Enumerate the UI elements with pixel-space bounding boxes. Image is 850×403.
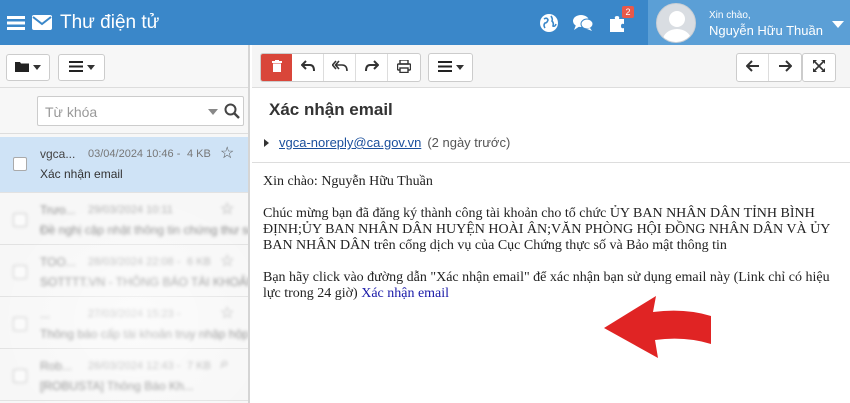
search-input[interactable]: Từ khóa	[37, 96, 244, 126]
mail-from: ...	[40, 307, 51, 321]
mail-subject: Đề nghị cập nhật thông tin chứng thư số	[40, 223, 248, 237]
row-checkbox[interactable]	[13, 157, 27, 171]
folder-icon	[15, 60, 29, 75]
mail-date: 03/04/2024 10:46 -	[88, 148, 181, 160]
fullscreen-button[interactable]	[803, 54, 835, 81]
forward-button[interactable]	[356, 54, 388, 81]
mail-list-panel: Từ khóa vgca... 03/04/2024 10:46 - 4 KB …	[0, 45, 250, 403]
mail-list: vgca... 03/04/2024 10:46 - 4 KB ☆ Xác nh…	[0, 137, 248, 403]
delete-group	[260, 53, 294, 82]
navigation-group	[736, 53, 802, 82]
mail-size: 6 KB	[187, 256, 211, 268]
star-icon[interactable]: ☆	[220, 303, 234, 323]
user-menu[interactable]: Xin chào, Nguyễn Hữu Thuần	[648, 0, 850, 45]
instruction-paragraph: Bạn hãy click vào đường dẫn "Xác nhận em…	[263, 270, 848, 302]
row-checkbox[interactable]	[13, 265, 27, 279]
divider	[252, 162, 850, 163]
print-button[interactable]	[388, 54, 420, 81]
app-title: Thư điện tử	[60, 11, 160, 33]
instruction-text: Bạn hãy click vào đường dẫn "Xác nhận em…	[263, 270, 830, 301]
avatar	[656, 2, 696, 43]
star-icon[interactable]: ☆	[220, 143, 234, 163]
sent-time: (2 ngày trước)	[427, 135, 511, 150]
caret-down-icon	[33, 65, 41, 70]
search-placeholder: Từ khóa	[45, 104, 98, 120]
list-item[interactable]: vgca... 03/04/2024 10:46 - 4 KB ☆ Xác nh…	[0, 137, 248, 193]
forward-icon	[364, 60, 379, 75]
row-checkbox[interactable]	[13, 213, 27, 227]
mail-size: 7 KB	[187, 360, 211, 372]
search-row: Từ khóa	[0, 88, 248, 170]
reply-all-button[interactable]	[324, 54, 356, 81]
sender-email-link[interactable]: vgca-noreply@ca.gov.vn	[279, 135, 421, 150]
confirm-email-link[interactable]: Xác nhận email	[361, 286, 449, 301]
next-button[interactable]	[769, 54, 801, 81]
mail-subject: SOTTTT.VN - THÔNG BÁO TÀI KHOẢN	[40, 275, 248, 289]
globe-icon[interactable]	[538, 12, 560, 34]
trash-icon	[272, 60, 282, 75]
user-name: Nguyễn Hữu Thuần	[709, 22, 823, 38]
arrow-right-icon	[778, 60, 793, 75]
brand: Thư điện tử	[6, 0, 159, 45]
search-options-caret-icon[interactable]	[208, 109, 218, 115]
sender-row: vgca-noreply@ca.gov.vn (2 ngày trước)	[264, 135, 510, 150]
delete-button[interactable]	[261, 54, 293, 81]
header-icons: 2	[538, 0, 634, 45]
notification-badge: 2	[622, 5, 634, 18]
mail-subject: Thông báo cấp tài khoản truy nhập hộp th…	[40, 327, 248, 341]
list-toolbar	[0, 45, 248, 88]
mail-from: Trưo...	[40, 203, 76, 217]
star-icon[interactable]: ☆	[220, 251, 234, 271]
expand-group	[802, 53, 836, 82]
print-icon	[396, 58, 412, 76]
row-checkbox[interactable]	[13, 369, 27, 383]
previous-button[interactable]	[737, 54, 769, 81]
hamburger-icon[interactable]	[6, 13, 26, 33]
chat-icon[interactable]	[572, 12, 594, 34]
mail-date: 26/03/2024 12:43 -	[88, 360, 181, 372]
expand-icon	[813, 60, 825, 75]
reply-icon	[300, 60, 315, 75]
star-icon[interactable]: ☆	[220, 199, 234, 219]
body-paragraph: Chúc mừng bạn đã đăng ký thành công tài …	[263, 206, 830, 253]
puzzle-icon[interactable]: 2	[606, 5, 634, 34]
list-item[interactable]: ... 27/03/2024 15:23 - ☆ Thông báo cấp t…	[0, 297, 248, 349]
list-options-button[interactable]	[58, 54, 105, 81]
reply-all-icon	[330, 60, 348, 75]
caret-down-icon	[455, 65, 464, 70]
list-icon	[437, 60, 452, 75]
more-actions-button[interactable]	[428, 53, 473, 82]
envelope-icon	[32, 13, 52, 33]
list-item[interactable]: Trưo... 29/03/2024 10:11 ☆ Đề nghị cập n…	[0, 193, 248, 245]
mail-subject: [ROBUSTA] Thông Báo Kh...	[40, 379, 194, 393]
mail-from: Rob...	[40, 359, 73, 373]
folder-menu-button[interactable]	[6, 54, 50, 81]
mail-date: 29/03/2024 10:11	[88, 204, 173, 216]
red-arrow-annotation	[604, 296, 711, 358]
greeting-line: Xin chào: Nguyễn Hữu Thuần	[263, 174, 433, 189]
search-icon[interactable]	[224, 103, 240, 122]
mail-date: 28/03/2024 22:08 -	[88, 256, 181, 268]
user-greeting: Xin chào,	[709, 9, 751, 21]
attachment-icon: ⌕	[220, 355, 229, 372]
mail-date: 27/03/2024 15:23 -	[88, 308, 181, 320]
reply-button[interactable]	[292, 54, 324, 81]
expand-details-icon[interactable]	[264, 138, 269, 147]
message-body: Xin chào: Nguyễn Hữu Thuần Chúc mừng bạn…	[263, 174, 848, 318]
caret-down-icon	[86, 65, 95, 70]
list-item[interactable]: TOO... 28/03/2024 22:08 - 6 KB ☆ SOTTTT.…	[0, 245, 248, 297]
arrow-left-icon	[745, 60, 760, 75]
mail-size: 4 KB	[187, 148, 211, 160]
mail-subject: Xác nhận email	[40, 167, 123, 181]
mail-from: vgca...	[40, 147, 76, 161]
message-subject: Xác nhận email	[269, 100, 393, 119]
row-checkbox[interactable]	[13, 317, 27, 331]
list-icon	[68, 60, 83, 75]
top-bar: Thư điện tử 2 Xin chào, Nguyễn Hữu Thuần	[0, 0, 850, 45]
mail-from: TOO...	[40, 255, 76, 269]
reply-group	[292, 53, 421, 82]
chevron-down-icon[interactable]	[832, 21, 844, 28]
message-toolbar	[252, 45, 850, 88]
list-item[interactable]: Rob... 26/03/2024 12:43 - 7 KB ⌕ [ROBUST…	[0, 349, 248, 401]
